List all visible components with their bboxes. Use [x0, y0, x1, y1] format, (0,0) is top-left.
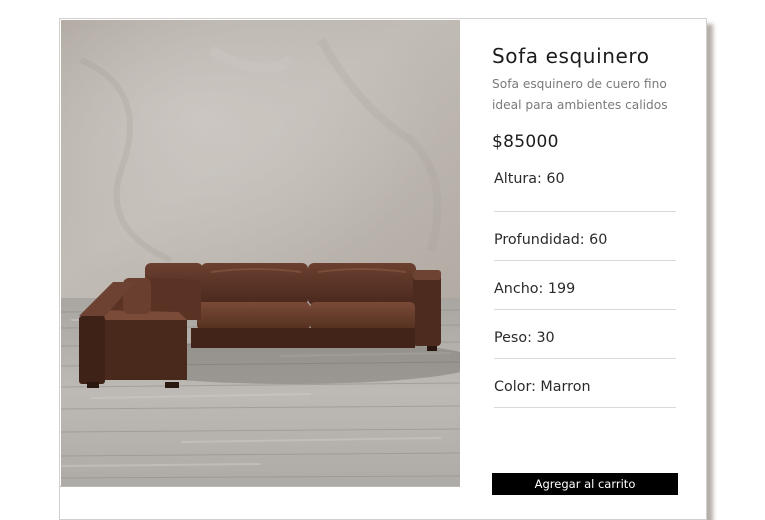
spec-depth: Profundidad: 60: [494, 212, 676, 261]
image-divider: [60, 486, 460, 487]
spec-list: Altura: 60 Profundidad: 60 Ancho: 199 Pe…: [494, 164, 676, 408]
product-description: Sofa esquinero de cuero fino ideal para …: [492, 77, 668, 112]
spec-weight: Peso: 30: [494, 310, 676, 359]
product-card: Sofa esquinero Sofa esquinero de cuero f…: [59, 18, 707, 520]
spec-height: Altura: 60: [494, 164, 676, 212]
product-price: $85000: [492, 132, 559, 152]
add-to-cart-button[interactable]: Agregar al carrito: [492, 473, 678, 495]
product-info: Sofa esquinero Sofa esquinero de cuero f…: [492, 43, 682, 408]
product-image: [61, 20, 460, 486]
sofa-photo-svg: [61, 20, 460, 486]
spec-width: Ancho: 199: [494, 261, 676, 310]
product-title: Sofa esquinero: [492, 44, 650, 68]
spec-color: Color: Marron: [494, 359, 676, 408]
